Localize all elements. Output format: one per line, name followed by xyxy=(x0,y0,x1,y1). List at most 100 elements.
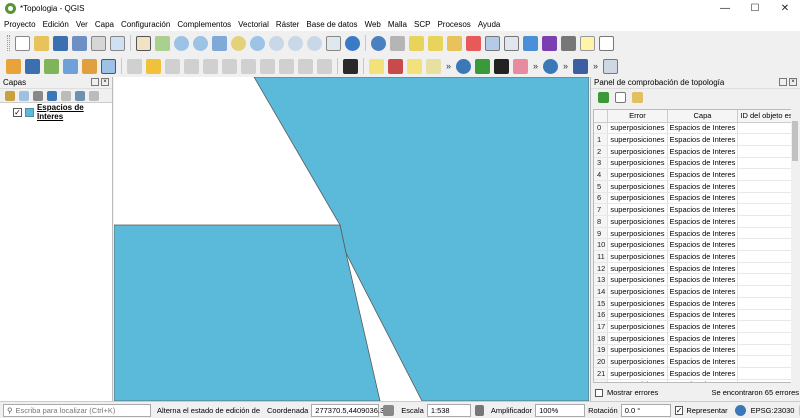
copy-icon[interactable] xyxy=(279,58,294,74)
table-scrollbar[interactable] xyxy=(791,109,799,383)
cut-icon[interactable] xyxy=(260,58,275,74)
configure-rules-icon[interactable] xyxy=(632,91,643,103)
column-header-feature-id[interactable]: ID del objeto espacial xyxy=(737,110,791,123)
pan-icon[interactable] xyxy=(136,35,151,51)
filter-expression-icon[interactable] xyxy=(61,90,71,101)
filter-icon[interactable] xyxy=(447,35,462,51)
zoom-last-icon[interactable] xyxy=(288,35,303,51)
scale-field[interactable]: 1:538 xyxy=(426,403,471,417)
qr-icon[interactable] xyxy=(494,58,510,74)
visibility-icon[interactable] xyxy=(33,90,43,101)
table-row[interactable]: 15superposicionesEspacios de Interes277 xyxy=(594,297,791,310)
table-row[interactable]: 8superposicionesEspacios de Interes174 xyxy=(594,215,791,228)
expand-all-icon[interactable] xyxy=(75,90,85,101)
select-features-icon[interactable] xyxy=(409,35,424,51)
menu-complementos[interactable]: Complementos xyxy=(177,20,231,29)
clear-selection-icon[interactable] xyxy=(466,35,481,51)
add-raster-icon[interactable] xyxy=(63,58,78,74)
toolbar-overflow-icon[interactable]: » xyxy=(593,61,598,71)
table-row[interactable]: 19superposicionesEspacios de Interes345 xyxy=(594,344,791,357)
table-row[interactable]: 18superposicionesEspacios de Interes301 xyxy=(594,332,791,345)
label-rotate-icon[interactable] xyxy=(426,58,441,74)
toggle-editing-icon[interactable] xyxy=(146,58,161,74)
measure-line-icon[interactable] xyxy=(561,35,576,51)
column-header-error[interactable]: Error xyxy=(607,110,668,123)
table-row[interactable]: 21superposicionesEspacios de Interes345 xyxy=(594,367,791,380)
scp-icon[interactable] xyxy=(343,58,358,74)
add-layer-icon[interactable] xyxy=(25,58,40,74)
label-pin-icon[interactable] xyxy=(388,58,403,74)
table-row[interactable]: 0superposicionesEspacios de Interes0 xyxy=(594,122,791,135)
table-row[interactable]: 3superposicionesEspacios de Interes67 xyxy=(594,157,791,170)
table-row[interactable]: 13superposicionesEspacios de Interes228 xyxy=(594,273,791,287)
leaf-icon[interactable] xyxy=(475,58,491,74)
node-tool-icon[interactable] xyxy=(222,58,237,74)
measure-icon[interactable] xyxy=(390,35,405,51)
table-row[interactable]: 1superposicionesEspacios de Interes33 xyxy=(594,133,791,146)
new-map-view-icon[interactable] xyxy=(326,35,341,51)
menu-raster[interactable]: Ráster xyxy=(276,20,300,29)
validate-extent-icon[interactable] xyxy=(615,91,626,103)
zoom-native-icon[interactable] xyxy=(269,35,284,51)
attribute-table-icon[interactable] xyxy=(485,35,500,51)
menu-scp[interactable]: SCP xyxy=(414,20,430,29)
magnifier-field[interactable]: 100% xyxy=(535,403,586,417)
table-row[interactable]: 7superposicionesEspacios de Interes173 xyxy=(594,203,791,216)
menu-capa[interactable]: Capa xyxy=(95,20,114,29)
style-manager-icon[interactable] xyxy=(5,90,15,101)
table-row[interactable]: 11superposicionesEspacios de Interes194 xyxy=(594,250,791,263)
menu-proyecto[interactable]: Proyecto xyxy=(4,20,36,29)
save-as-icon[interactable] xyxy=(72,35,87,51)
save-project-icon[interactable] xyxy=(53,35,68,51)
field-calculator-icon[interactable] xyxy=(504,35,519,51)
table-row[interactable]: 2superposicionesEspacios de Interes40 xyxy=(594,145,791,158)
menu-base-de-datos[interactable]: Base de datos xyxy=(306,20,357,29)
text-annotation-icon[interactable] xyxy=(599,35,614,51)
digitize-icon[interactable] xyxy=(6,58,21,74)
open-project-icon[interactable] xyxy=(34,35,49,51)
menu-web[interactable]: Web xyxy=(365,20,381,29)
table-row[interactable]: 9superposicionesEspacios de Interes187 xyxy=(594,227,791,240)
help-icon[interactable] xyxy=(573,58,589,74)
filter-legend-icon[interactable] xyxy=(47,90,57,101)
layer-visibility-checkbox[interactable]: ✓ xyxy=(13,107,22,117)
pan-to-selection-icon[interactable] xyxy=(155,35,170,51)
crs-label[interactable]: EPSG:23030 xyxy=(751,406,795,415)
render-checkbox[interactable]: ✓ xyxy=(674,405,684,415)
zoom-full-icon[interactable] xyxy=(212,35,227,51)
statistics-icon[interactable] xyxy=(523,35,538,51)
table-row[interactable]: 6superposicionesEspacios de Interes172 xyxy=(594,192,791,205)
maximize-icon[interactable]: ☐ xyxy=(740,0,770,17)
zoom-out-icon[interactable] xyxy=(193,35,208,51)
lock-scale-icon[interactable] xyxy=(474,404,484,416)
sum-icon[interactable] xyxy=(542,35,557,51)
print-layout-icon[interactable] xyxy=(91,35,106,51)
coordinate-field[interactable]: 277370.5,4409036.3 xyxy=(311,403,384,417)
table-row[interactable]: 22superposicionesEspacios de Interes345 xyxy=(594,379,791,382)
menu-ver[interactable]: Ver xyxy=(76,20,88,29)
menu-procesos[interactable]: Procesos xyxy=(437,20,470,29)
layer-item[interactable]: ✓ Espacios de Interes xyxy=(0,103,112,121)
crs-globe-icon[interactable] xyxy=(734,404,746,416)
label-icon[interactable] xyxy=(369,58,384,74)
toolbar-overflow-icon[interactable]: » xyxy=(446,61,451,71)
redo-icon[interactable] xyxy=(317,58,332,74)
new-project-icon[interactable] xyxy=(15,35,30,51)
topology-checker-icon[interactable] xyxy=(603,58,619,74)
layout-manager-icon[interactable] xyxy=(110,35,125,51)
label-move-icon[interactable] xyxy=(407,58,422,74)
column-header-layer[interactable]: Capa xyxy=(667,110,739,123)
zoom-in-icon[interactable] xyxy=(174,35,189,51)
refresh-icon[interactable] xyxy=(345,35,360,51)
add-virtual-icon[interactable] xyxy=(101,58,116,74)
table-row[interactable]: 12superposicionesEspacios de Interes197 xyxy=(594,262,791,275)
float-panel-icon[interactable] xyxy=(779,78,787,86)
toolbar-overflow-icon[interactable]: » xyxy=(563,61,568,71)
deselect-icon[interactable] xyxy=(428,35,443,51)
menu-malla[interactable]: Malla xyxy=(388,20,407,29)
v-layer-icon[interactable] xyxy=(44,58,59,74)
table-row[interactable]: 14superposicionesEspacios de Interes273 xyxy=(594,285,791,298)
errors-table[interactable]: Error Capa ID del objeto espacial 0super… xyxy=(593,109,792,383)
add-vector-icon[interactable] xyxy=(82,58,97,74)
float-panel-icon[interactable] xyxy=(91,78,99,86)
